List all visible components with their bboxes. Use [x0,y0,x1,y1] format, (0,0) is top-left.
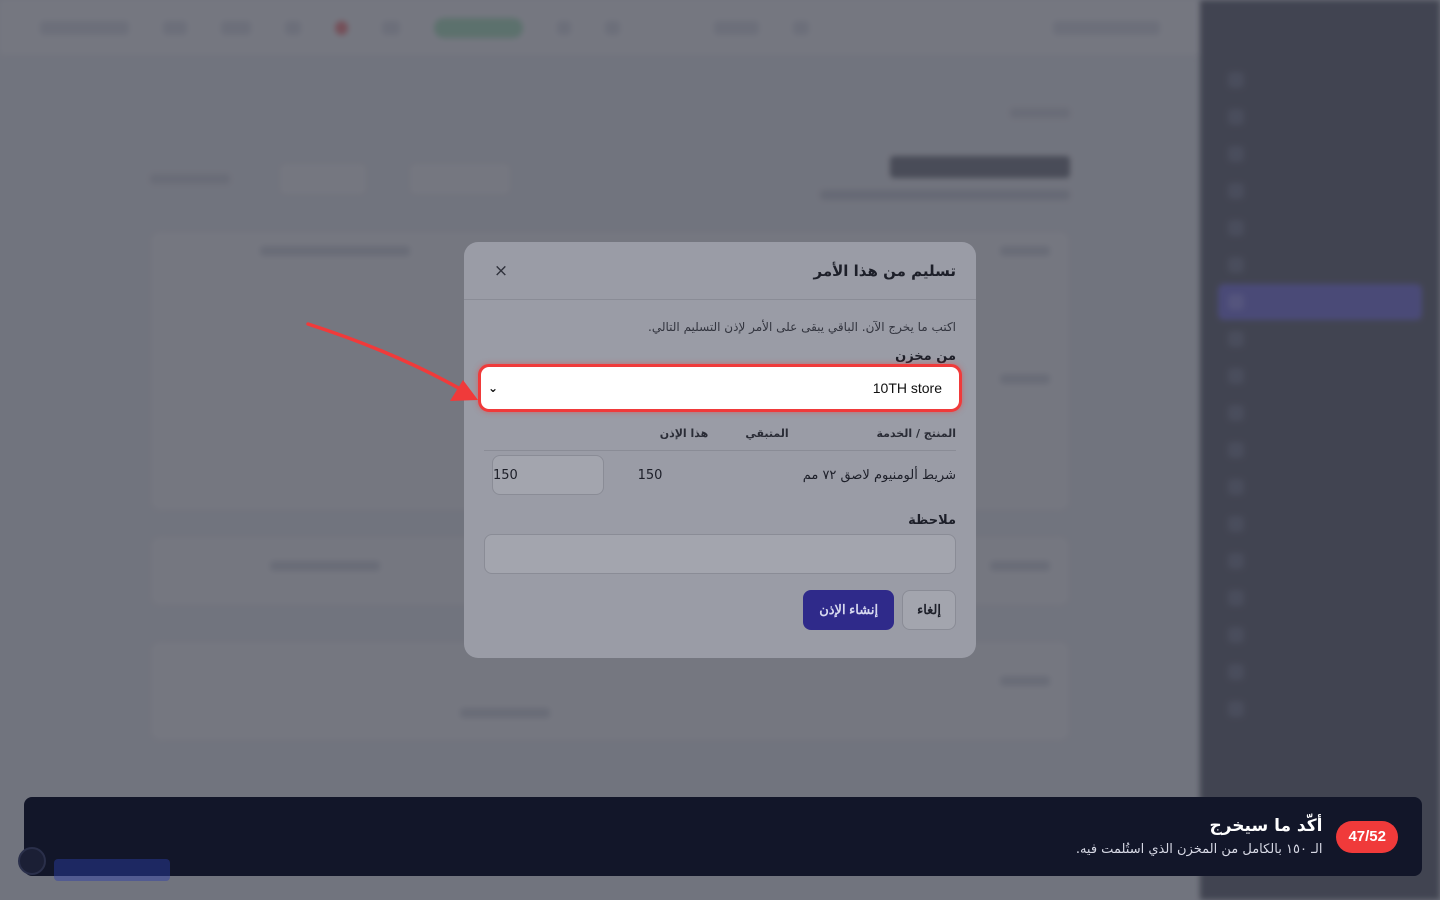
delivery-modal: تسليم من هذا الأمر × اكتب ما يخرج الآن. … [464,242,976,658]
help-icon[interactable] [18,847,46,875]
column-header-product: المنتج / الخدمة [876,427,956,440]
pointer-arrow-icon [306,322,478,401]
column-header-this-permit: هذا الإذن [659,427,709,440]
table-row: شريط ألومنيوم لاصق ٧٢ مم 150 150 [484,451,956,499]
close-icon[interactable]: × [492,261,510,281]
highlight-box [478,364,962,412]
row-remaining: 150 [637,467,663,483]
warehouse-label: من مخزن [895,349,956,364]
modal-hint: اكتب ما يخرج الآن. الباقي يبقى على الأمر… [648,320,956,334]
quantity-input[interactable]: 150 [492,455,604,495]
cancel-button[interactable]: إلغاء [902,590,956,630]
toast-text: أكّد ما سيخرج الـ ١٥٠ بالكامل من المخزن … [1076,816,1323,857]
modal-actions: إنشاء الإذن إلغاء [484,590,956,630]
create-permit-button[interactable]: إنشاء الإذن [803,590,895,630]
note-input[interactable] [484,534,956,574]
modal-body: اكتب ما يخرج الآن. الباقي يبقى على الأمر… [464,300,976,630]
guide-toast: 47/52 أكّد ما سيخرج الـ ١٥٠ بالكامل من ا… [18,797,1422,881]
column-header-remaining: المتبقي [745,427,789,440]
note-label: ملاحظة [908,513,956,528]
toast-body: الـ ١٥٠ بالكامل من المخزن الذي استُلمت ف… [1075,842,1323,857]
background-button [54,859,170,881]
modal-title: تسليم من هذا الأمر [813,261,957,280]
warehouse-select-wrapper: 10TH store ⌄ [478,364,962,412]
step-badge: 47/52 [1336,820,1398,853]
toast-title: أكّد ما سيخرج [1209,816,1323,836]
row-product: شريط ألومنيوم لاصق ٧٢ مم [802,467,956,483]
modal-header: تسليم من هذا الأمر × [464,242,976,300]
items-table-header: المنتج / الخدمة المتبقي هذا الإذن [484,417,956,451]
